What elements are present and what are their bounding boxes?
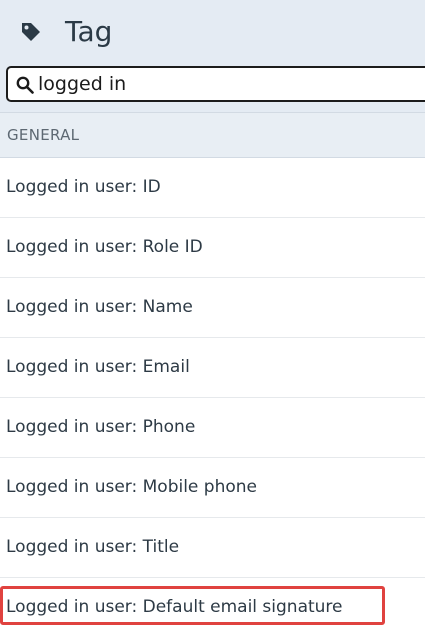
list-item-label: Logged in user: Mobile phone [6, 477, 257, 497]
panel-title: Tag [65, 15, 113, 48]
search-input[interactable] [38, 71, 418, 97]
list-item-label: Logged in user: Name [6, 297, 193, 317]
search-box[interactable] [6, 66, 425, 102]
panel-header: Tag [0, 0, 425, 112]
list-item[interactable]: Logged in user: Name [0, 278, 425, 338]
list-item-label: Logged in user: Email [6, 357, 190, 377]
list-item[interactable]: Logged in user: Role ID [0, 218, 425, 278]
list-item-label: Logged in user: ID [6, 177, 161, 197]
list-item-label: Logged in user: Default email signature [6, 597, 343, 617]
tag-picker-panel: Tag GENERAL Logged in user: ID Logged in… [0, 0, 425, 628]
section-label: GENERAL [7, 126, 80, 144]
list-item-label: Logged in user: Title [6, 537, 180, 557]
list-item[interactable]: Logged in user: Default email signature [0, 578, 425, 628]
tag-icon [22, 23, 40, 41]
section-header-general: GENERAL [0, 112, 425, 158]
search-icon [16, 76, 34, 94]
list-item[interactable]: Logged in user: Phone [0, 398, 425, 458]
tag-list: Logged in user: ID Logged in user: Role … [0, 158, 425, 628]
list-item-label: Logged in user: Role ID [6, 237, 203, 257]
list-item[interactable]: Logged in user: Email [0, 338, 425, 398]
list-item[interactable]: Logged in user: Title [0, 518, 425, 578]
list-item[interactable]: Logged in user: Mobile phone [0, 458, 425, 518]
list-item[interactable]: Logged in user: ID [0, 158, 425, 218]
list-item-label: Logged in user: Phone [6, 417, 196, 437]
